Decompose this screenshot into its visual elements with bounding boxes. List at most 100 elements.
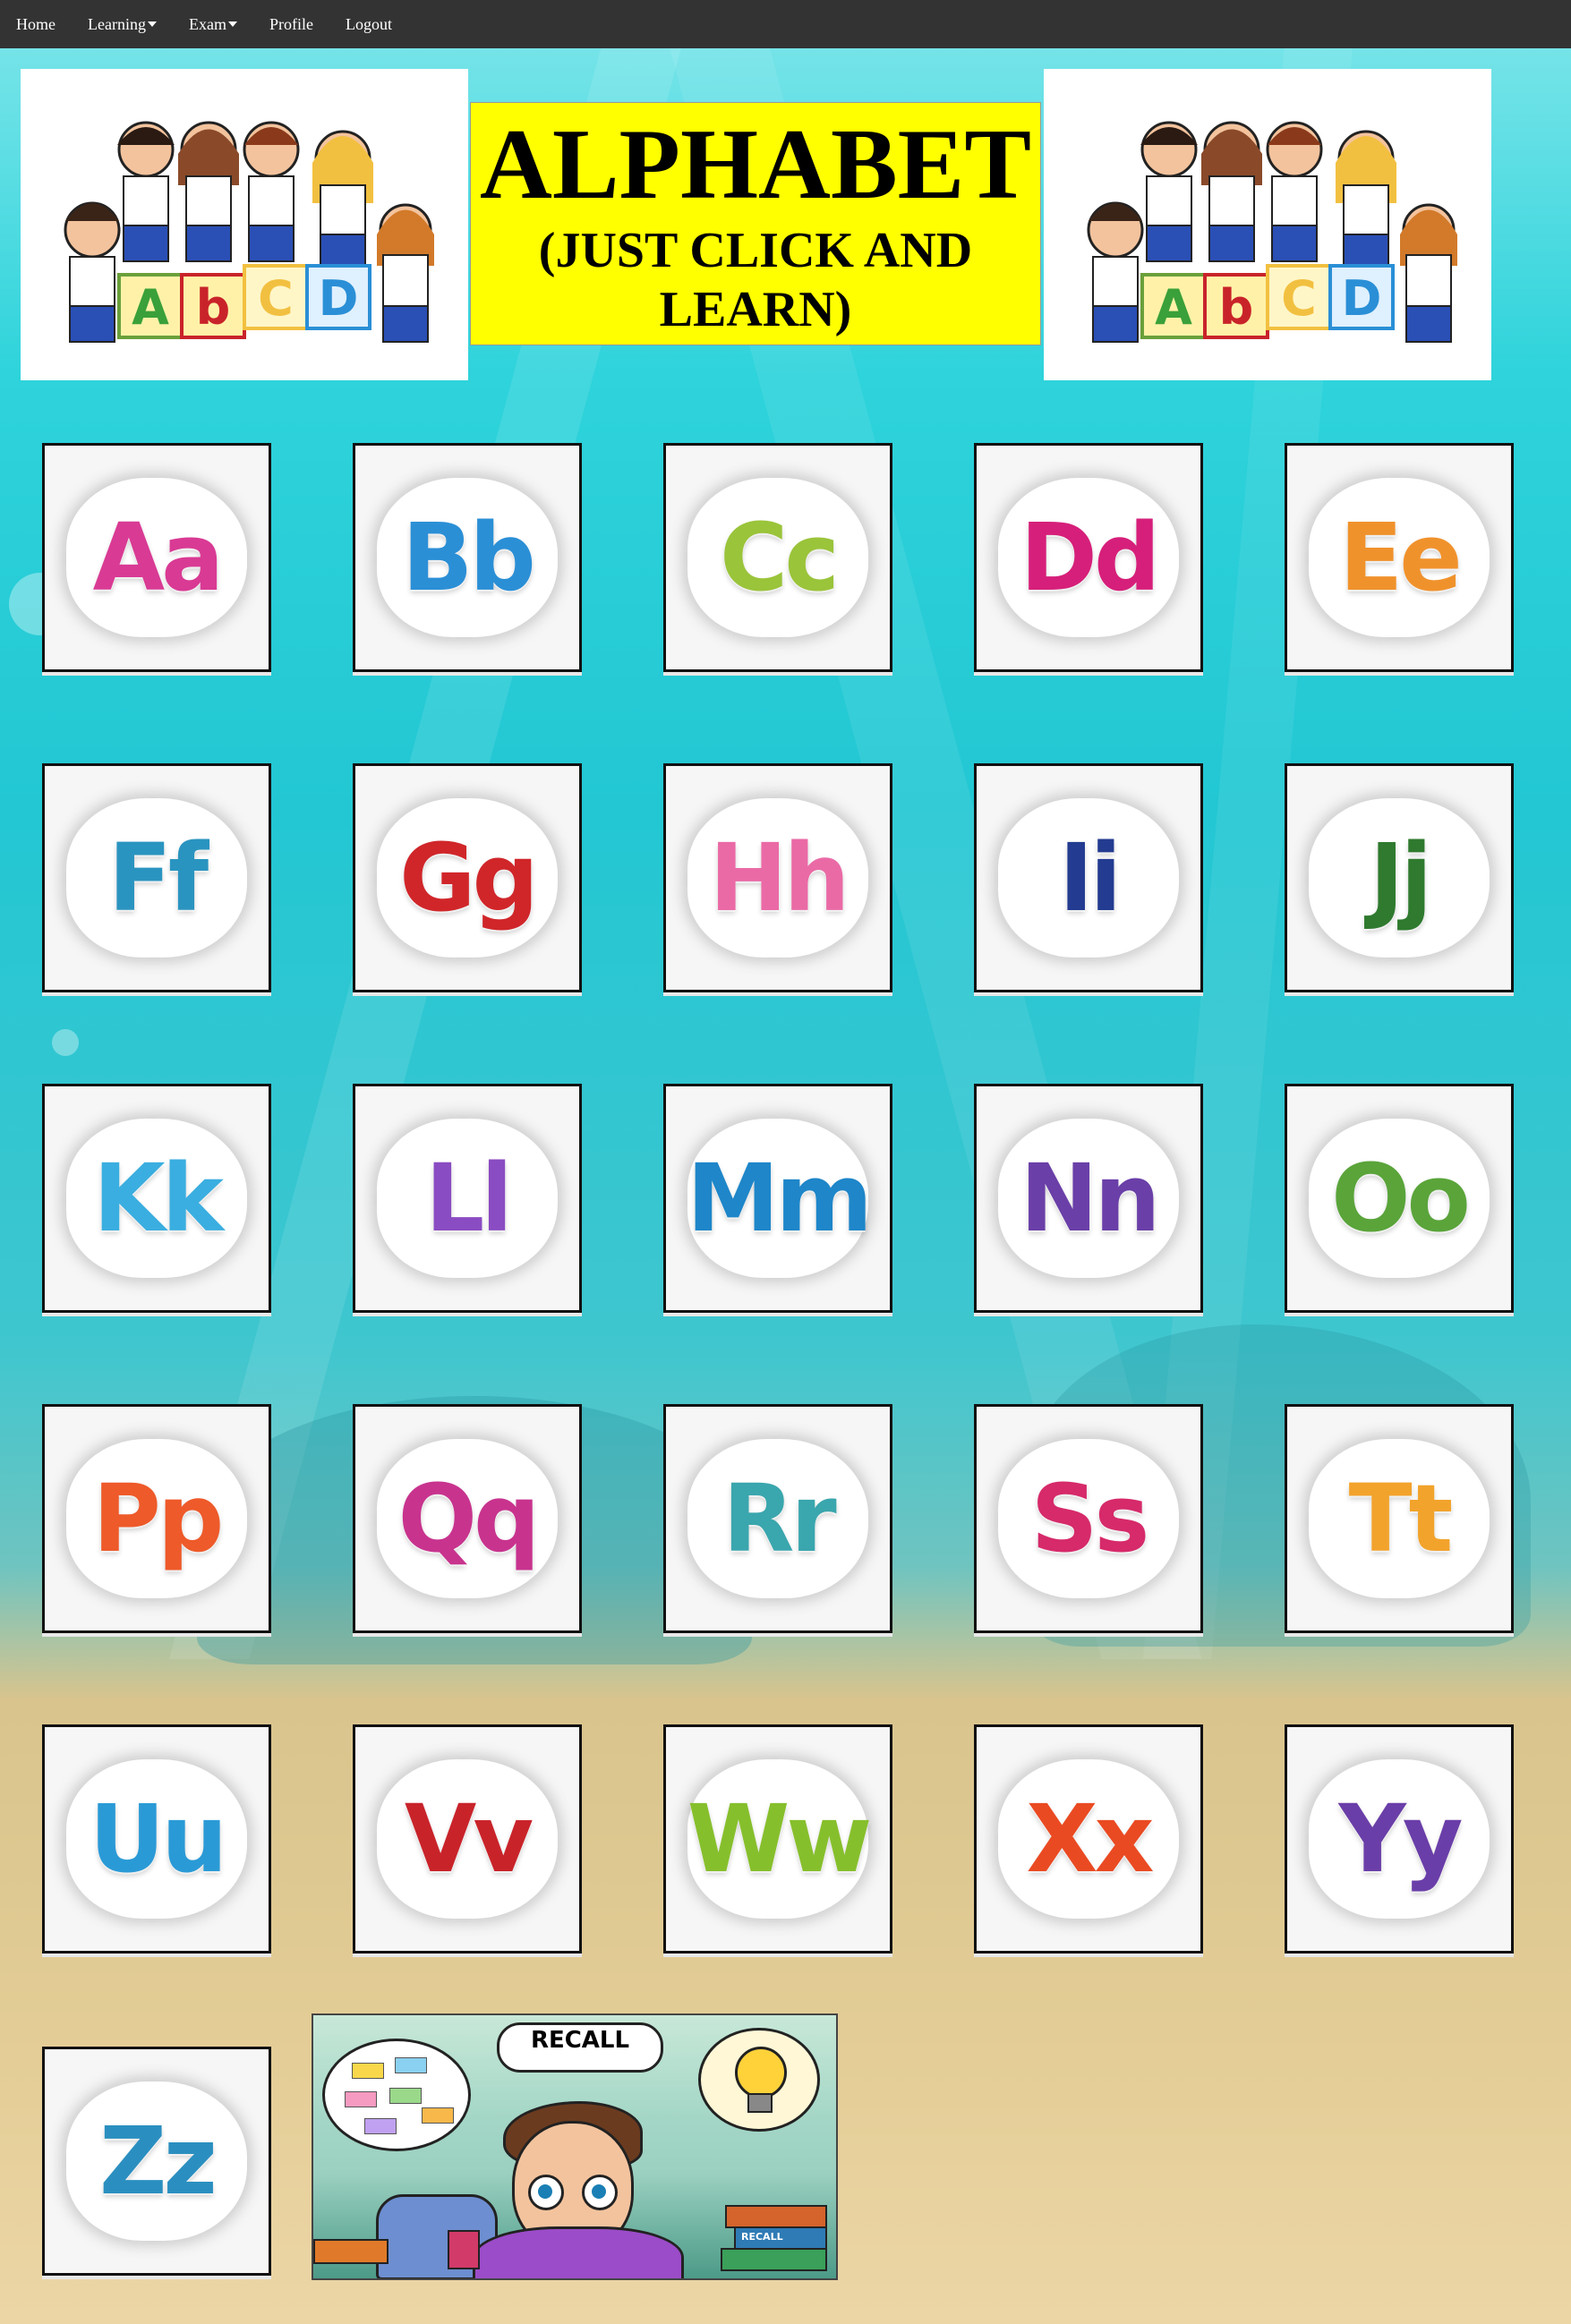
letter-card-h[interactable]: Hh: [663, 763, 892, 992]
letter-text: Xx: [1026, 1784, 1154, 1894]
letter-card-w[interactable]: Ww: [663, 1724, 892, 1954]
page-title: ALPHABET: [479, 109, 1032, 220]
letter-text: Zz: [99, 2107, 218, 2216]
letter-card-q[interactable]: Qq: [353, 1404, 582, 1633]
letter-text: Ll: [425, 1144, 513, 1253]
letter-card-i[interactable]: Ii: [974, 763, 1203, 992]
letter-text: Pp: [92, 1464, 225, 1573]
nav-learning-dropdown[interactable]: Learning: [72, 0, 173, 48]
letter-card-g[interactable]: Gg: [353, 763, 582, 992]
lightbulb-icon: [735, 2047, 787, 2098]
letter-text: Hh: [709, 823, 850, 932]
book-label: RECALL: [741, 2231, 783, 2243]
nav-exam-dropdown[interactable]: Exam: [173, 0, 253, 48]
letter-card-m[interactable]: Mm: [663, 1084, 892, 1313]
book: [721, 2248, 827, 2271]
pencil-cup: [448, 2230, 480, 2269]
nav-profile-label: Profile: [269, 14, 313, 33]
block-letter: D: [1342, 270, 1382, 327]
bubble: [52, 1029, 79, 1056]
letter-text: Bb: [402, 503, 536, 612]
block-letter: C: [1281, 270, 1317, 327]
sticky-note: [345, 2091, 377, 2107]
nav-home[interactable]: Home: [0, 0, 72, 48]
block-letter: C: [258, 270, 294, 327]
letter-card-e[interactable]: Ee: [1285, 443, 1514, 672]
nav-profile[interactable]: Profile: [253, 0, 329, 48]
letter-card-p[interactable]: Pp: [42, 1404, 271, 1633]
thought-cloud-notes: [322, 2039, 471, 2151]
letter-card-c[interactable]: Cc: [663, 443, 892, 672]
sticky-note: [364, 2118, 397, 2134]
lightbulb-cloud: [698, 2028, 820, 2132]
page-title-banner: ALPHABET (JUST CLICK AND LEARN): [470, 102, 1041, 345]
eye: [528, 2175, 564, 2210]
letter-text: Ff: [107, 823, 209, 932]
letter-card-a[interactable]: Aa: [42, 443, 271, 672]
block-letter: b: [1219, 279, 1254, 336]
eye: [582, 2175, 618, 2210]
letter-card-j[interactable]: Jj: [1285, 763, 1514, 992]
letter-card-z[interactable]: Zz: [42, 2047, 271, 2276]
block-letter: D: [319, 270, 359, 327]
block-letter: A: [1155, 279, 1192, 336]
kids-blocks-image-right: A b C D: [1044, 69, 1491, 380]
letter-text: Gg: [399, 823, 539, 932]
letter-text: Cc: [720, 503, 840, 612]
letter-text: Rr: [722, 1464, 836, 1573]
letter-text: Vv: [404, 1784, 534, 1894]
nav-home-label: Home: [16, 14, 55, 33]
letter-text: Ee: [1339, 503, 1463, 612]
letter-text: Aa: [92, 503, 225, 612]
letter-card-u[interactable]: Uu: [42, 1724, 271, 1954]
caret-down-icon: [147, 21, 157, 27]
letter-text: Oo: [1331, 1144, 1471, 1253]
letter-card-k[interactable]: Kk: [42, 1084, 271, 1313]
nav-logout[interactable]: Logout: [329, 0, 408, 48]
letter-text: Nn: [1020, 1144, 1160, 1253]
sticky-note: [395, 2057, 427, 2073]
page-subtitle-line1: (JUST CLICK AND: [538, 223, 973, 278]
letter-card-d[interactable]: Dd: [974, 443, 1203, 672]
caret-down-icon: [227, 21, 237, 27]
top-navbar: Home Learning Exam Profile Logout: [0, 0, 1571, 48]
lightbulb-base: [747, 2093, 773, 2113]
book: RECALL: [734, 2226, 827, 2250]
nav-logout-label: Logout: [345, 14, 392, 33]
page-subtitle-line2: LEARN): [659, 282, 852, 337]
nav-learning-label: Learning: [88, 14, 146, 33]
letter-card-o[interactable]: Oo: [1285, 1084, 1514, 1313]
letter-card-s[interactable]: Ss: [974, 1404, 1203, 1633]
recall-image-link[interactable]: RECALL RECALL: [312, 2013, 838, 2280]
letter-text: Kk: [93, 1144, 224, 1253]
letter-card-l[interactable]: Ll: [353, 1084, 582, 1313]
letter-text: Tt: [1348, 1464, 1454, 1573]
sticky-note: [422, 2107, 454, 2124]
letter-text: Mm: [687, 1144, 873, 1253]
book: [313, 2239, 388, 2264]
letter-card-x[interactable]: Xx: [974, 1724, 1203, 1954]
letter-card-f[interactable]: Ff: [42, 763, 271, 992]
kids-illustration: A b C D: [1087, 121, 1457, 343]
letter-card-b[interactable]: Bb: [353, 443, 582, 672]
recall-title: RECALL: [497, 2022, 663, 2073]
kids-illustration: A b C D: [64, 121, 434, 343]
book: [725, 2205, 827, 2228]
purple-hoodie: [473, 2226, 684, 2278]
letter-text: Uu: [89, 1784, 228, 1894]
letter-text: Ww: [687, 1784, 873, 1894]
block-letter: b: [196, 279, 231, 336]
letter-card-y[interactable]: Yy: [1285, 1724, 1514, 1954]
sticky-note: [389, 2088, 422, 2104]
block-letter: A: [132, 279, 169, 336]
letter-card-t[interactable]: Tt: [1285, 1404, 1514, 1633]
letter-text: Ii: [1058, 823, 1122, 932]
letter-card-n[interactable]: Nn: [974, 1084, 1203, 1313]
letter-text: Ss: [1030, 1464, 1150, 1573]
kids-blocks-image-left: A b C D: [21, 69, 468, 380]
letter-card-r[interactable]: Rr: [663, 1404, 892, 1633]
letter-card-v[interactable]: Vv: [353, 1724, 582, 1954]
letter-text: Yy: [1338, 1784, 1463, 1894]
letter-text: Jj: [1369, 823, 1432, 932]
letter-text: Qq: [397, 1464, 541, 1573]
